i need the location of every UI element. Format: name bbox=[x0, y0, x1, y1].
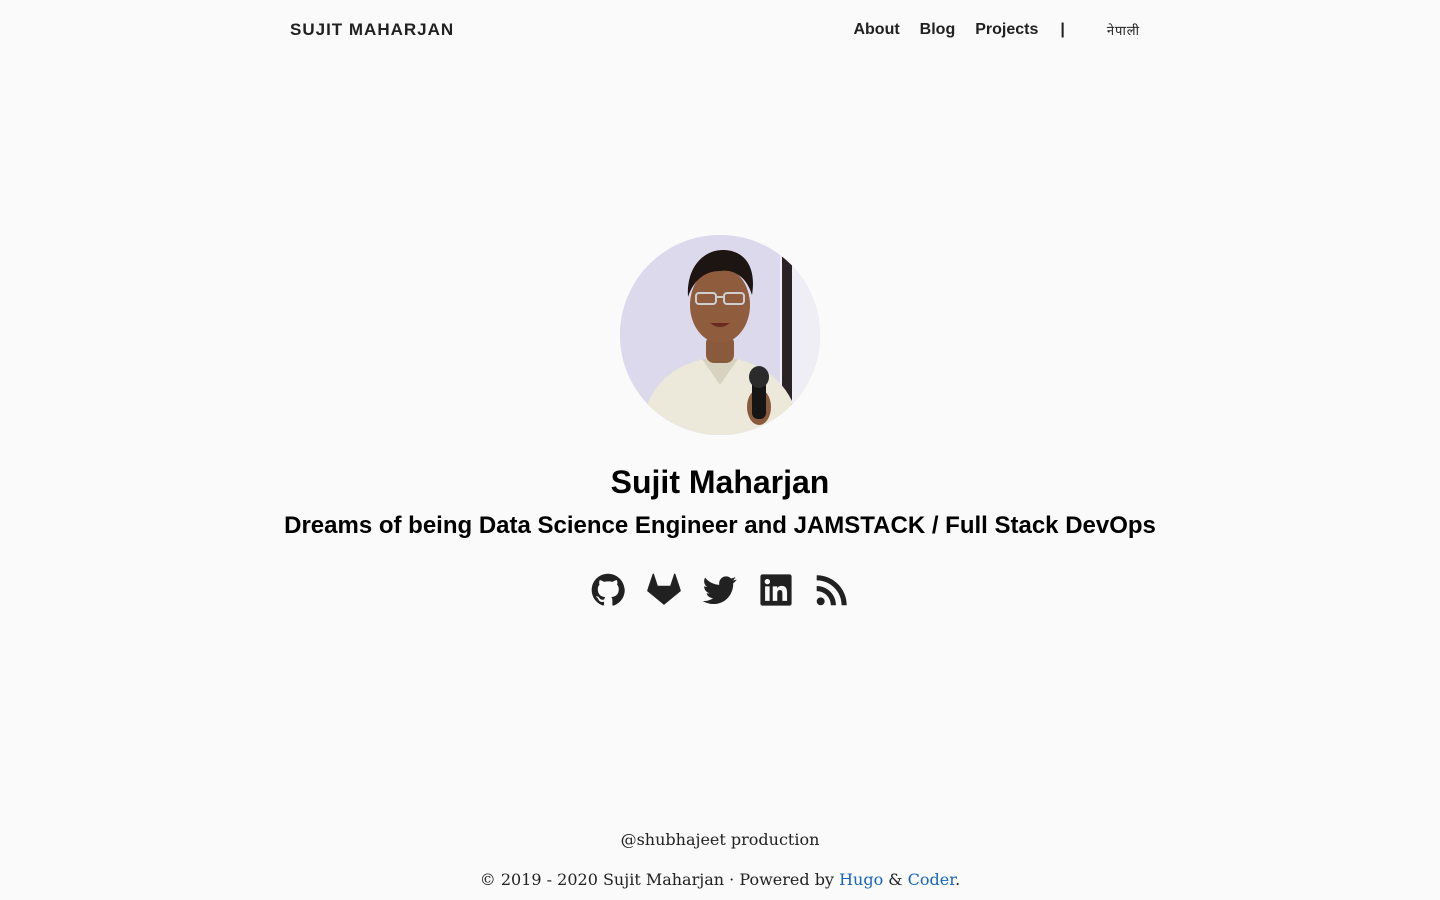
footer-credit: @shubhajeet production bbox=[620, 830, 820, 849]
nav-separator: | bbox=[1060, 21, 1065, 38]
powered-by-text: Powered by bbox=[739, 870, 834, 889]
nav-link-blog[interactable]: Blog bbox=[920, 21, 956, 39]
nav-link-projects[interactable]: Projects bbox=[975, 21, 1038, 39]
gitlab-link[interactable] bbox=[647, 573, 681, 607]
footer-period: . bbox=[955, 870, 961, 889]
hero-name: Sujit Maharjan bbox=[610, 464, 830, 500]
footer-copyright-line: © 2019 - 2020 Sujit Maharjan · Powered b… bbox=[0, 866, 1440, 894]
gitlab-icon bbox=[647, 573, 681, 605]
rss-link[interactable] bbox=[815, 573, 849, 607]
footer-dot: · bbox=[729, 870, 735, 889]
coder-link[interactable]: Coder bbox=[908, 870, 955, 889]
hero-tagline: Dreams of being Data Science Engineer an… bbox=[284, 512, 1156, 539]
copyright-text: © 2019 - 2020 Sujit Maharjan bbox=[479, 870, 725, 889]
hugo-link[interactable]: Hugo bbox=[839, 870, 883, 889]
linkedin-icon bbox=[760, 574, 792, 606]
rss-icon bbox=[816, 575, 847, 606]
nav-links: About Blog Projects | नेपाली bbox=[853, 21, 1140, 39]
github-icon bbox=[591, 573, 625, 606]
footer: @shubhajeet production © 2019 - 2020 Suj… bbox=[0, 826, 1440, 894]
github-link[interactable] bbox=[591, 573, 625, 607]
twitter-icon bbox=[703, 576, 737, 605]
avatar bbox=[620, 235, 820, 435]
linkedin-link[interactable] bbox=[759, 573, 793, 607]
hero-section: Sujit Maharjan Dreams of being Data Scie… bbox=[0, 235, 1440, 607]
footer-amp: & bbox=[888, 870, 903, 889]
site-brand-link[interactable]: SUJIT MAHARJAN bbox=[290, 20, 454, 40]
twitter-link[interactable] bbox=[703, 573, 737, 607]
profile-photo bbox=[620, 235, 820, 435]
navbar: SUJIT MAHARJAN About Blog Projects | नेप… bbox=[290, 0, 1140, 60]
language-switch-link[interactable]: नेपाली bbox=[1107, 21, 1140, 39]
social-links bbox=[591, 573, 849, 607]
nav-link-about[interactable]: About bbox=[853, 21, 899, 39]
